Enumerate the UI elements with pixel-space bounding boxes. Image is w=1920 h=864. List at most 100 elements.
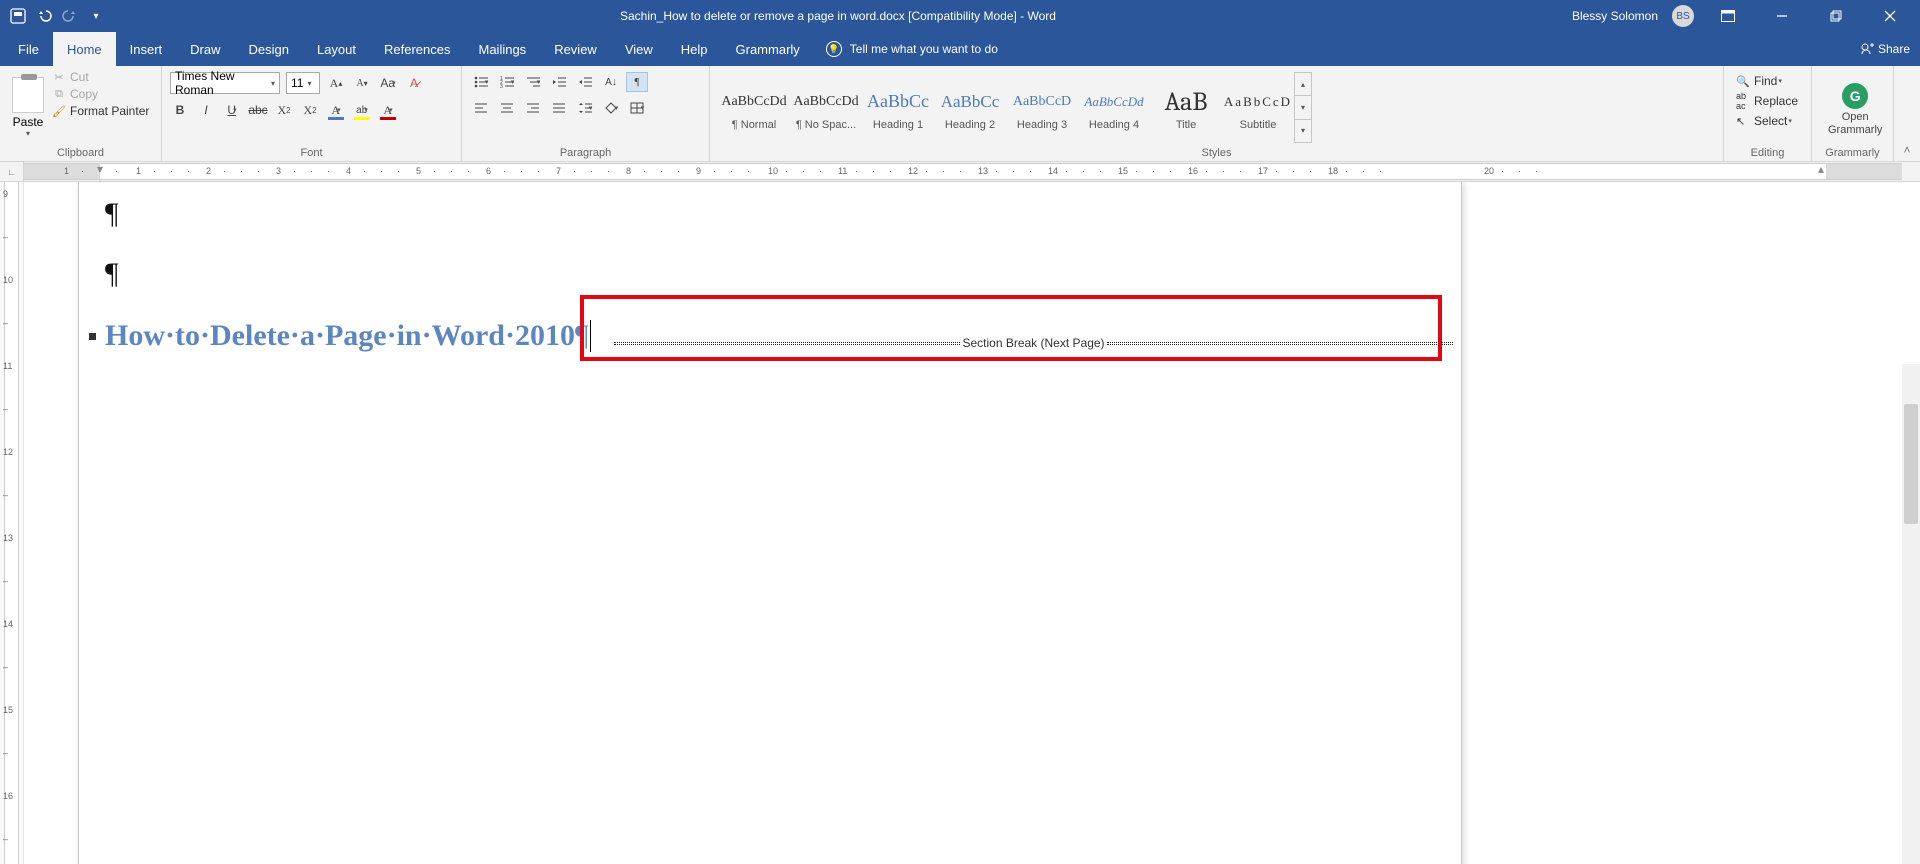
ruler-tick-dot: ·: [363, 166, 366, 176]
close-button[interactable]: [1870, 0, 1910, 32]
select-button[interactable]: ↖Select ▾: [1736, 114, 1799, 128]
paragraph-group-label: Paragraph: [468, 147, 703, 161]
shading-button[interactable]: ▾: [600, 98, 622, 118]
ruler-tick-dot: ·: [115, 166, 118, 176]
line-spacing-button[interactable]: ▾: [574, 98, 596, 118]
style-title[interactable]: AaBTitle: [1150, 72, 1222, 143]
styles-gallery-more[interactable]: ▴▾▾: [1294, 72, 1312, 143]
menu-tab-view[interactable]: View: [611, 32, 667, 66]
ribbon-display-icon[interactable]: [1708, 0, 1748, 32]
redo-icon[interactable]: [62, 8, 78, 24]
cut-button[interactable]: ✂Cut: [52, 70, 149, 84]
font-size-combo[interactable]: 11▾: [286, 72, 320, 94]
collapse-ribbon-button[interactable]: ˄: [1894, 66, 1920, 161]
menu-tab-design[interactable]: Design: [235, 32, 303, 66]
menu-tab-mailings[interactable]: Mailings: [465, 32, 541, 66]
style-subtitle[interactable]: AaBbCcDSubtitle: [1222, 72, 1294, 143]
expand-gallery-icon[interactable]: ▾: [1295, 120, 1311, 142]
minimize-button[interactable]: [1762, 0, 1802, 32]
ruler-tick-dot: ·: [1379, 166, 1382, 176]
annotation-red-box: [580, 295, 1442, 361]
style--normal[interactable]: AaBbCcDd¶ Normal: [718, 72, 790, 143]
scroll-down-icon[interactable]: ▾: [1295, 96, 1311, 119]
menu-tab-file[interactable]: File: [4, 32, 53, 66]
grow-font-button[interactable]: A▴: [326, 73, 346, 93]
find-button[interactable]: 🔍Find ▾: [1736, 74, 1799, 88]
show-hide-button[interactable]: ¶: [626, 72, 648, 92]
horizontal-ruler[interactable]: ▾▴ ▴ 1···1···2···3···4···5···6···7···8··…: [24, 163, 1902, 180]
empty-paragraph[interactable]: ¶: [105, 199, 1441, 229]
justify-button[interactable]: [548, 98, 570, 118]
font-color-button[interactable]: A▾: [378, 100, 398, 120]
scroll-up-icon[interactable]: ▴: [1295, 73, 1311, 96]
highlight-button[interactable]: ab▾: [352, 100, 372, 120]
ruler-number: 15: [1118, 166, 1128, 176]
style-preview: AaBbCcD: [1013, 85, 1071, 119]
qat-customize-icon[interactable]: ▾: [88, 8, 104, 24]
group-font: Times New Roman▾ 11▾ A▴ A▾ Aa▾ A̷ B I U▾…: [162, 66, 462, 161]
borders-button[interactable]: ▾: [626, 98, 648, 118]
user-name[interactable]: Blessy Solomon: [1572, 9, 1658, 23]
undo-icon[interactable]: [36, 8, 52, 24]
align-left-button[interactable]: [470, 98, 492, 118]
superscript-button[interactable]: X2: [300, 100, 320, 120]
user-avatar[interactable]: BS: [1672, 5, 1694, 27]
menu-tab-help[interactable]: Help: [667, 32, 722, 66]
strikethrough-button[interactable]: abc: [248, 100, 268, 120]
font-name-combo[interactable]: Times New Roman▾: [170, 72, 280, 94]
subscript-button[interactable]: X2: [274, 100, 294, 120]
ruler-tick-dot: ·: [1275, 166, 1278, 176]
menu-tab-home[interactable]: Home: [53, 32, 116, 66]
multilevel-list-button[interactable]: ▾: [522, 72, 544, 92]
replace-button[interactable]: abacReplace: [1736, 91, 1799, 111]
sort-button[interactable]: A↓: [600, 72, 622, 92]
ruler-right-indent-marker[interactable]: ▴: [1818, 162, 1824, 176]
ruler-tick-dot: ·: [310, 166, 313, 176]
shrink-font-button[interactable]: A▾: [352, 73, 372, 93]
menu-tab-insert[interactable]: Insert: [116, 32, 177, 66]
menu-tab-draw[interactable]: Draw: [176, 32, 234, 66]
empty-paragraph[interactable]: ¶: [105, 259, 1441, 289]
heading-collapse-icon[interactable]: [89, 333, 96, 340]
bold-button[interactable]: B: [170, 100, 190, 120]
align-right-button[interactable]: [522, 98, 544, 118]
menu-tab-layout[interactable]: Layout: [303, 32, 370, 66]
style--no-spac-[interactable]: AaBbCcDd¶ No Spac...: [790, 72, 862, 143]
menu-tab-grammarly[interactable]: Grammarly: [722, 32, 814, 66]
styles-group-label: Styles: [716, 147, 1717, 161]
editing-group-label: Editing: [1730, 147, 1805, 161]
align-center-button[interactable]: [496, 98, 518, 118]
menu-tab-references[interactable]: References: [370, 32, 464, 66]
vertical-ruler[interactable]: 9–10–11–12–13–14–15–16–: [4, 182, 19, 864]
scrollbar-thumb[interactable]: [1904, 404, 1918, 524]
bullets-button[interactable]: ▾: [470, 72, 492, 92]
numbering-button[interactable]: 123▾: [496, 72, 518, 92]
style-heading-3[interactable]: AaBbCcDHeading 3: [1006, 72, 1078, 143]
maximize-button[interactable]: [1816, 0, 1856, 32]
decrease-indent-button[interactable]: [548, 72, 570, 92]
change-case-button[interactable]: Aa▾: [378, 73, 398, 93]
underline-button[interactable]: U▾: [222, 100, 242, 120]
copy-button[interactable]: ⧉Copy: [52, 87, 149, 101]
tab-selector[interactable]: ∟: [0, 162, 24, 181]
vertical-scrollbar[interactable]: [1902, 364, 1920, 864]
ruler-tick-dot: ·: [713, 166, 716, 176]
share-button[interactable]: Share: [1860, 42, 1910, 56]
clear-formatting-button[interactable]: A̷: [404, 73, 424, 93]
style-heading-1[interactable]: AaBbCcHeading 1: [862, 72, 934, 143]
document-page[interactable]: ¶ ¶ How·to·Delete·a·Page·in·Word·2010¶ S…: [78, 182, 1462, 864]
menu-tab-review[interactable]: Review: [540, 32, 611, 66]
increase-indent-button[interactable]: [574, 72, 596, 92]
style-heading-2[interactable]: AaBbCcHeading 2: [934, 72, 1006, 143]
style-name: ¶ Normal: [732, 119, 776, 131]
format-painter-button[interactable]: 🖌Format Painter: [52, 104, 149, 118]
text-effects-button[interactable]: A▾: [326, 100, 346, 120]
page-viewport[interactable]: ¶ ¶ How·to·Delete·a·Page·in·Word·2010¶ S…: [24, 182, 1920, 864]
open-grammarly-button[interactable]: G OpenGrammarly: [1818, 68, 1892, 147]
paste-button[interactable]: Paste ▾: [6, 68, 50, 147]
style-heading-4[interactable]: AaBbCcDdHeading 4: [1078, 72, 1150, 143]
paste-dropdown-icon[interactable]: ▾: [26, 129, 30, 138]
tell-me-search[interactable]: 💡 Tell me what you want to do: [826, 41, 998, 57]
italic-button[interactable]: I: [196, 100, 216, 120]
autosave-icon[interactable]: [10, 8, 26, 24]
